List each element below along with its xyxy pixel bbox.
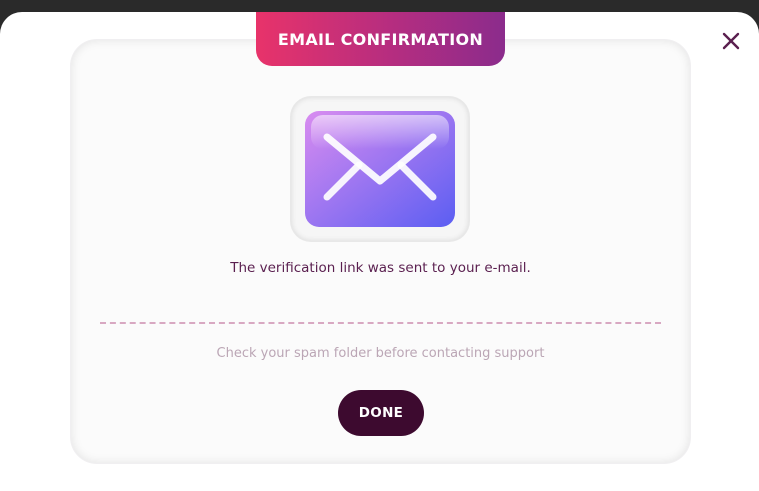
confirmation-message: The verification link was sent to your e… (230, 260, 531, 276)
envelope-icon-frame (291, 97, 469, 241)
close-icon (722, 32, 740, 50)
dialog-title: EMAIL CONFIRMATION (277, 29, 484, 49)
envelope-icon (305, 111, 455, 227)
close-button[interactable] (720, 30, 742, 52)
dialog-title-badge: EMAIL CONFIRMATION (256, 12, 505, 66)
email-confirmation-dialog: EMAIL CONFIRMATION The verification link… (0, 12, 759, 491)
done-button[interactable]: DONE (338, 390, 424, 436)
dashed-divider (100, 322, 661, 324)
spam-folder-hint: Check your spam folder before contacting… (216, 346, 545, 361)
